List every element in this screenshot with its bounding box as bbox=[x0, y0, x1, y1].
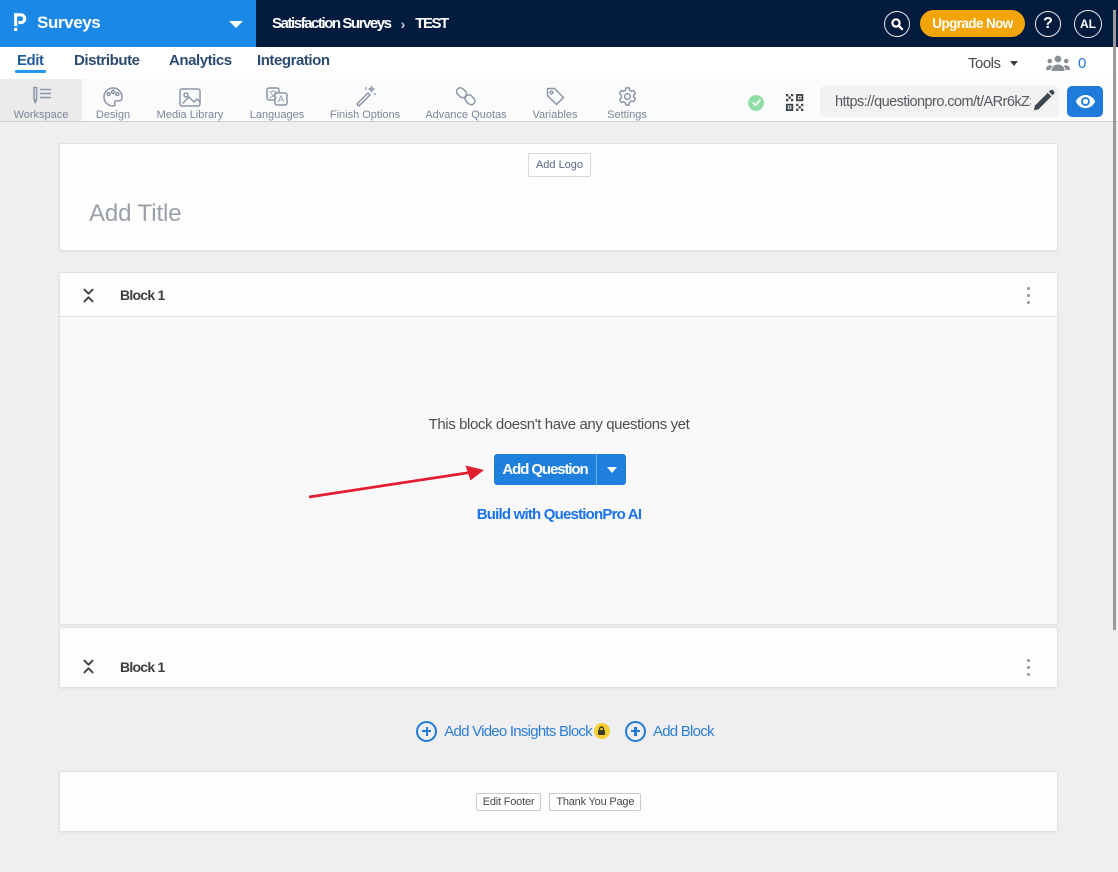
svg-text:A: A bbox=[277, 94, 283, 104]
svg-text:文: 文 bbox=[268, 89, 277, 100]
